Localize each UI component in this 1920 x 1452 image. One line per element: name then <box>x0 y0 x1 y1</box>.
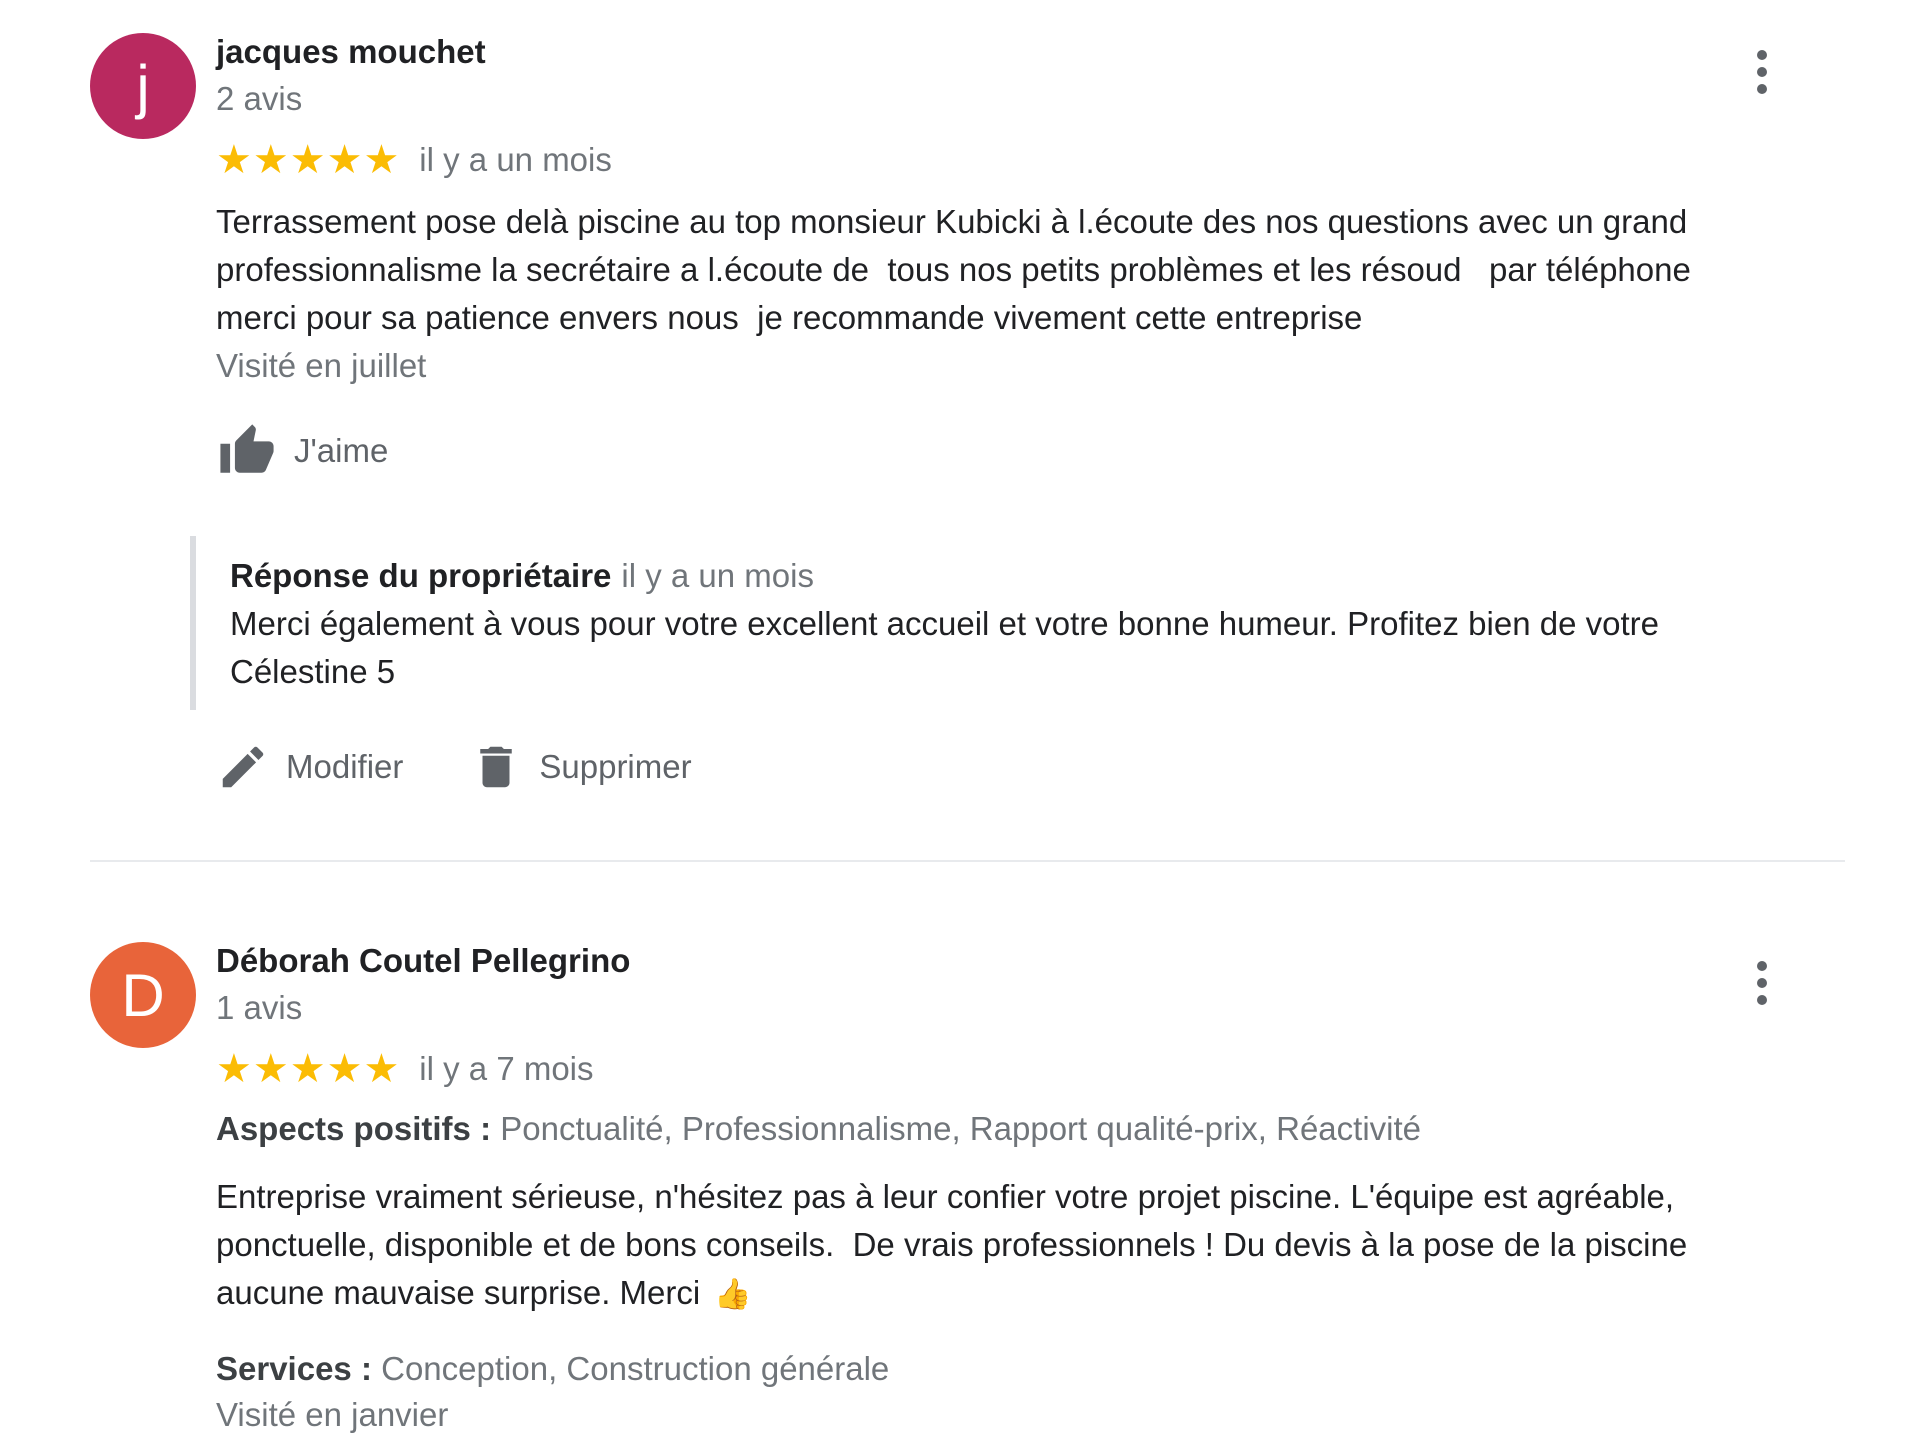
edit-label: Modifier <box>286 748 404 785</box>
star-icon: ★ <box>216 1047 252 1091</box>
thumb-up-icon <box>220 424 274 473</box>
review-card: D Déborah Coutel Pellegrino 1 avis ★ ★ ★… <box>0 862 1920 1452</box>
owner-reply-date: il y a un mois <box>621 557 814 594</box>
avatar-letter: D <box>121 961 165 1029</box>
review-date: il y a 7 mois <box>419 1050 594 1087</box>
visited-date: Visité en juillet <box>216 347 427 384</box>
avatar[interactable]: D <box>90 942 196 1048</box>
owner-reply-text: Merci également à vous pour votre excell… <box>230 605 1659 690</box>
avatar[interactable]: j <box>90 33 196 139</box>
review-content: Déborah Coutel Pellegrino 1 avis ★ ★ ★ ★… <box>216 939 1776 1437</box>
review-date: il y a un mois <box>419 141 612 178</box>
thumbs-up-emoji-icon: 👍 <box>714 1278 752 1311</box>
star-rating: ★ ★ ★ ★ ★ <box>216 1049 399 1089</box>
star-icon: ★ <box>363 1047 400 1091</box>
star-icon: ★ <box>216 138 252 182</box>
author-name[interactable]: jacques mouchet <box>216 30 1776 74</box>
star-icon: ★ <box>289 1047 326 1091</box>
review-card: j jacques mouchet 2 avis ★ ★ ★ ★ ★ il y … <box>0 0 1920 862</box>
review-count: 1 avis <box>216 989 303 1026</box>
owner-reply-title: Réponse du propriétaire <box>230 557 612 594</box>
positive-aspects: Aspects positifs : Ponctualité, Professi… <box>216 1107 1776 1151</box>
like-label: J'aime <box>294 432 389 469</box>
star-icon: ★ <box>252 138 289 182</box>
rating-row: ★ ★ ★ ★ ★ il y a un mois <box>216 138 1776 182</box>
services: Services : Conception, Construction géné… <box>216 1347 1776 1391</box>
star-icon: ★ <box>289 138 326 182</box>
reply-actions: Modifier Supprimer <box>216 740 1776 794</box>
star-icon: ★ <box>363 138 400 182</box>
services-value: Conception, Construction générale <box>381 1350 890 1387</box>
visited-date: Visité en janvier <box>216 1396 449 1433</box>
review-content: jacques mouchet 2 avis ★ ★ ★ ★ ★ il y a … <box>190 30 1776 794</box>
trash-icon <box>480 746 513 788</box>
aspects-value: Ponctualité, Professionnalisme, Rapport … <box>500 1110 1422 1147</box>
review-text-container: Entreprise vraiment sérieuse, n'hésitez … <box>216 1173 1776 1319</box>
star-icon: ★ <box>326 138 363 182</box>
avatar-letter: j <box>136 52 150 120</box>
star-rating: ★ ★ ★ ★ ★ <box>216 140 399 180</box>
edit-button[interactable]: Modifier <box>216 740 403 794</box>
review-count: 2 avis <box>216 80 303 117</box>
services-label: Services : <box>216 1350 372 1387</box>
pencil-icon <box>222 746 264 788</box>
owner-reply-header: Réponse du propriétaire il y a un mois <box>230 554 1776 598</box>
delete-button[interactable]: Supprimer <box>469 740 692 794</box>
star-icon: ★ <box>326 1047 363 1091</box>
review-text: Terrassement pose delà piscine au top mo… <box>216 203 1701 336</box>
rating-row: ★ ★ ★ ★ ★ il y a 7 mois <box>216 1047 1776 1091</box>
author-name[interactable]: Déborah Coutel Pellegrino <box>216 939 1776 983</box>
star-icon: ★ <box>252 1047 289 1091</box>
aspects-label: Aspects positifs : <box>216 1110 492 1147</box>
owner-reply: Réponse du propriétaire il y a un mois Me… <box>190 536 1776 710</box>
delete-label: Supprimer <box>539 748 692 785</box>
review-text: Entreprise vraiment sérieuse, n'hésitez … <box>216 1178 1697 1311</box>
like-button[interactable]: J'aime <box>216 422 388 480</box>
